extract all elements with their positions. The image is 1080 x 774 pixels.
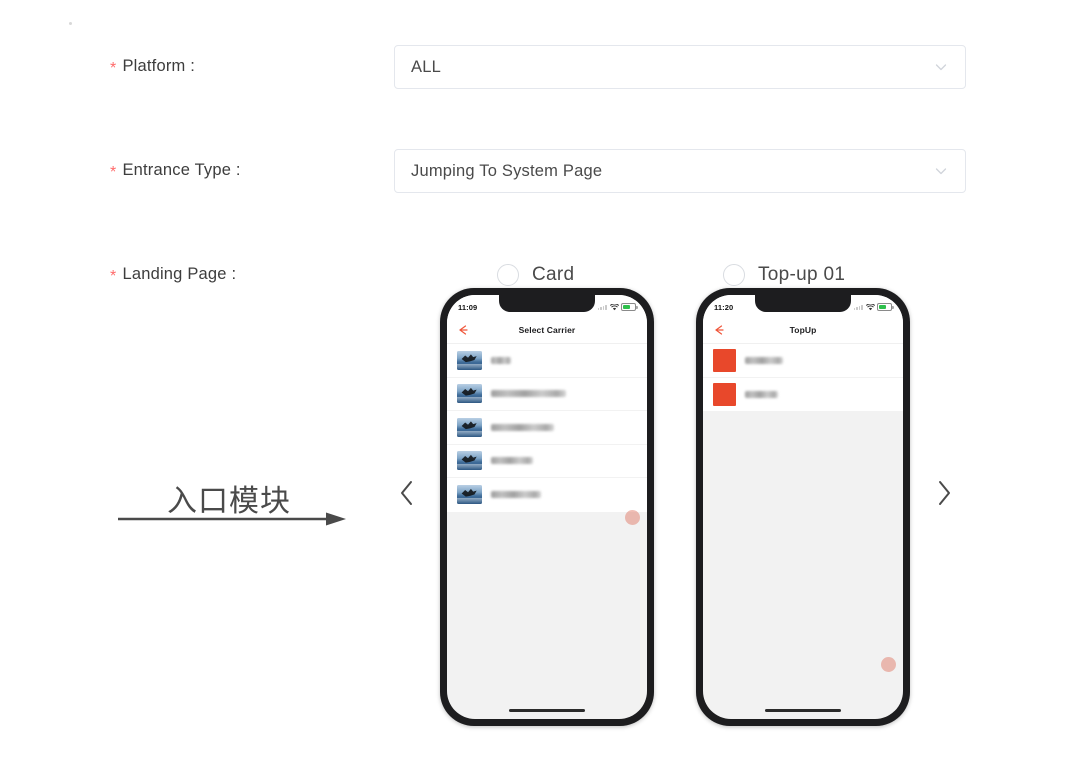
label-entrance-type: * Entrance Type : [110, 161, 241, 181]
landing-option-card[interactable]: Card [497, 264, 574, 286]
wifi-icon [865, 303, 875, 311]
floating-action-button[interactable] [881, 657, 896, 672]
landing-option-topup01[interactable]: Top-up 01 [723, 264, 845, 286]
phone-notch [499, 295, 595, 312]
list-item[interactable] [447, 478, 647, 512]
phone-nav-bar: TopUp [703, 317, 903, 344]
battery-icon [877, 303, 894, 311]
phone-notch [755, 295, 851, 312]
annotation-arrow-icon [118, 512, 346, 526]
status-bar-time: 11:09 [458, 302, 478, 312]
chevron-down-icon [933, 59, 949, 75]
select-entrance-type[interactable]: Jumping To System Page [394, 149, 966, 193]
phone-nav-bar: Select Carrier [447, 317, 647, 344]
landing-option-topup01-label: Top-up 01 [758, 264, 846, 285]
label-landing-page-text: Landing Page : [122, 265, 237, 283]
required-asterisk-platform: * [110, 60, 117, 77]
carousel-next-button[interactable] [931, 476, 957, 510]
list-item-label [745, 390, 778, 398]
landing-option-card-label: Card [532, 264, 575, 285]
home-indicator [765, 709, 841, 712]
battery-icon [621, 303, 638, 311]
select-entrance-type-value: Jumping To System Page [411, 161, 603, 180]
topup-thumbnail-icon [713, 348, 736, 372]
status-bar-time: 11:20 [714, 302, 734, 312]
chevron-down-icon [933, 163, 949, 179]
list-item-label [745, 356, 783, 364]
carrier-thumbnail-icon [457, 417, 482, 437]
label-landing-page: * Landing Page : [110, 265, 237, 285]
topup-thumbnail-icon [713, 382, 736, 406]
carrier-thumbnail-icon [457, 451, 482, 471]
carrier-thumbnail-icon [457, 485, 482, 505]
carrier-list [447, 344, 647, 512]
status-bar-indicators [597, 303, 638, 311]
label-platform: * Platform : [110, 57, 196, 77]
phone-preview-topup01[interactable]: 11:20 TopUp [696, 288, 910, 726]
chevron-left-icon [401, 481, 412, 505]
topup-list [703, 344, 903, 411]
signal-icon [853, 304, 863, 310]
chevron-right-icon [939, 481, 950, 505]
home-indicator [509, 709, 585, 712]
list-item[interactable] [447, 344, 647, 378]
phone-screen-card: 11:09 Select Carrier [447, 295, 647, 719]
list-item-label [491, 390, 566, 398]
required-asterisk-entrance: * [110, 164, 117, 181]
list-item-label [491, 423, 554, 431]
carousel-prev-button[interactable] [394, 476, 420, 510]
label-entrance-type-text: Entrance Type : [122, 161, 241, 179]
select-platform[interactable]: ALL [394, 45, 966, 89]
status-bar-indicators [853, 303, 894, 311]
select-platform-value: ALL [411, 57, 441, 76]
radio-button-card[interactable] [497, 264, 519, 286]
list-item-label [491, 457, 533, 465]
list-item[interactable] [447, 378, 647, 411]
list-item[interactable] [447, 411, 647, 445]
signal-icon [597, 304, 607, 310]
phone-nav-title: TopUp [789, 325, 817, 335]
list-item-label [491, 356, 511, 364]
label-platform-text: Platform : [122, 57, 196, 75]
wifi-icon [609, 303, 619, 311]
list-item-label [491, 491, 541, 499]
list-item[interactable] [447, 445, 647, 478]
radio-button-topup01[interactable] [723, 264, 745, 286]
carrier-thumbnail-icon [457, 384, 482, 404]
list-item[interactable] [703, 344, 903, 378]
page-speck [69, 22, 72, 25]
back-arrow-icon[interactable] [456, 324, 469, 337]
phone-preview-card[interactable]: 11:09 Select Carrier [440, 288, 654, 726]
phone-screen-topup01: 11:20 TopUp [703, 295, 903, 719]
carrier-thumbnail-icon [457, 350, 482, 370]
floating-action-button[interactable] [625, 510, 640, 525]
list-item[interactable] [703, 378, 903, 412]
required-asterisk-landing: * [110, 268, 117, 285]
phone-nav-title: Select Carrier [518, 325, 576, 335]
landing-page-form: * Platform : ALL * Entrance Type : Jumping… [0, 0, 1080, 774]
back-arrow-icon[interactable] [712, 324, 725, 337]
